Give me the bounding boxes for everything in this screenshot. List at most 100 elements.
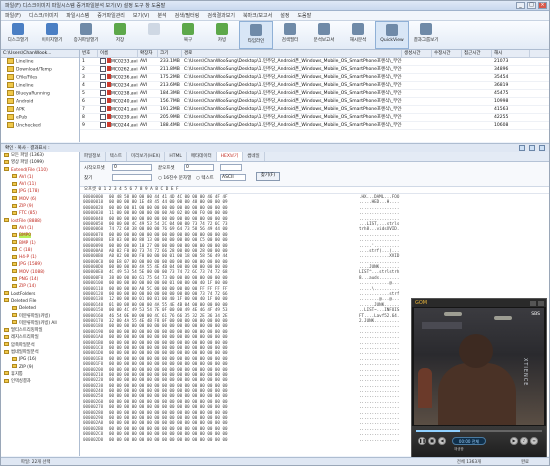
check-icon[interactable] bbox=[519, 145, 525, 151]
tree-node[interactable]: FTC (85) bbox=[1, 210, 79, 217]
table-row[interactable]: 4 MC0234.avi AVI 213.6MB C:\Users\ChanWooSun… bbox=[80, 81, 549, 90]
extra-input[interactable] bbox=[220, 164, 242, 171]
tree-node[interactable]: 모든 파일 (1363) bbox=[1, 152, 79, 159]
volume-button[interactable]: ♪ bbox=[520, 437, 528, 445]
maximize-button[interactable]: □ bbox=[527, 2, 536, 9]
column-header[interactable]: 수정시간 bbox=[432, 50, 462, 57]
tree-node[interactable]: Deleted File bbox=[1, 298, 79, 305]
detail-tab[interactable]: HEX보기 bbox=[216, 152, 244, 161]
table-row[interactable]: 6 MC0240.avi AVI 156.7MB C:\Users\ChanWooSun… bbox=[80, 97, 549, 106]
toolbar-button[interactable]: 분석보고서 bbox=[307, 21, 341, 49]
detail-tab[interactable]: 파일정보 bbox=[80, 152, 106, 161]
tree-node[interactable]: ZIP (9) bbox=[1, 203, 79, 210]
menu-item[interactable]: 분석 bbox=[153, 12, 170, 19]
toolbar-button[interactable]: 검색필터 bbox=[273, 21, 307, 49]
tree-node[interactable]: AVI (11) bbox=[1, 181, 79, 188]
menu-item[interactable]: 도움말 bbox=[293, 12, 315, 19]
tree-item[interactable]: Lineline bbox=[1, 58, 79, 66]
column-header[interactable]: 생성시간 bbox=[402, 50, 432, 57]
toolbar-button[interactable]: QuickView bbox=[375, 21, 409, 49]
column-header[interactable]: 해시 bbox=[492, 50, 530, 57]
menu-item[interactable]: 파일(F) bbox=[1, 12, 25, 19]
detail-tab[interactable]: 썸네일 bbox=[243, 152, 265, 161]
column-header[interactable]: 번호 bbox=[80, 50, 98, 57]
toolbar-button[interactable]: 이미지열기 bbox=[35, 21, 69, 49]
menu-item[interactable]: 증거파일관리 bbox=[93, 12, 129, 19]
row-checkbox[interactable] bbox=[100, 89, 106, 96]
column-header[interactable]: 이름 bbox=[98, 50, 138, 57]
tree-node[interactable]: 미분류파일(카빙) All bbox=[1, 320, 79, 327]
toolbar-button[interactable]: 복구 bbox=[171, 21, 205, 49]
toolbar-button[interactable]: 카빙 bbox=[205, 21, 239, 49]
start-offset-input[interactable]: 0 bbox=[112, 164, 152, 171]
close-button[interactable]: × bbox=[538, 2, 547, 9]
toolbar-button[interactable] bbox=[137, 21, 171, 49]
tree-node[interactable]: C (18) bbox=[1, 247, 79, 254]
tree-node[interactable]: H4-P (1) bbox=[1, 254, 79, 261]
copy-icon[interactable] bbox=[529, 145, 535, 151]
row-checkbox[interactable] bbox=[100, 113, 106, 120]
tree-node[interactable]: 영상 파일 (1099) bbox=[1, 159, 79, 166]
toolbar-button[interactable]: 결과그룹보기 bbox=[409, 21, 443, 49]
tree-item[interactable]: Unchecked bbox=[1, 122, 79, 130]
tree-node[interactable]: BMP0 bbox=[1, 232, 79, 239]
menu-item[interactable]: 검색/필터링 bbox=[171, 12, 204, 19]
radio-hex[interactable]: ○ 16진수 문자열 bbox=[158, 175, 191, 181]
tree-item[interactable]: Cfile/Files bbox=[1, 74, 79, 82]
tree-item[interactable]: Lineline bbox=[1, 82, 79, 90]
tree-node[interactable]: MOV (6) bbox=[1, 196, 79, 203]
table-row[interactable]: 1 MC0233.avi AVI 233.1MB C:\Users\ChanWooSun… bbox=[80, 57, 549, 66]
toolbar-button[interactable]: 타임라인 bbox=[239, 21, 273, 49]
tree-node[interactable]: 압축파일분석 bbox=[1, 342, 79, 349]
table-row[interactable]: 9 MC0244.avi AVI 188.4MB C:\Users\ChanWooSun… bbox=[80, 121, 549, 130]
tree-item[interactable]: Download/Temp bbox=[1, 66, 79, 74]
tree-node[interactable]: 레지스트리파일 bbox=[1, 334, 79, 341]
detail-tab[interactable]: 메타데이터 bbox=[187, 152, 217, 161]
table-row[interactable]: 8 MC0239.avi AVI 205.9MB C:\Users\ChanWooSun… bbox=[80, 113, 549, 122]
seek-bar[interactable] bbox=[416, 430, 542, 432]
pause-button[interactable]: ❚❚ bbox=[418, 437, 426, 445]
list-icon[interactable] bbox=[539, 145, 545, 151]
tree-node[interactable]: lostFile (8888) bbox=[1, 218, 79, 225]
player-close-icon[interactable] bbox=[538, 300, 544, 306]
tree-item[interactable]: APK bbox=[1, 106, 79, 114]
tree-node[interactable]: 인덱싱결과 bbox=[1, 378, 79, 385]
menu-item[interactable]: 디스크/이미지 bbox=[25, 12, 62, 19]
tree-node[interactable]: 미분류파일(카빙) bbox=[1, 313, 79, 320]
toolbar-button[interactable]: 증거파일열기 bbox=[69, 21, 103, 49]
player-minimize-icon[interactable] bbox=[530, 300, 536, 306]
row-checkbox[interactable] bbox=[100, 73, 106, 80]
row-checkbox[interactable] bbox=[100, 105, 106, 112]
tree-node[interactable]: AVI (1) bbox=[1, 225, 79, 232]
menu-item[interactable]: 파일시스템 bbox=[62, 12, 93, 19]
tree-item[interactable]: Android bbox=[1, 98, 79, 106]
table-row[interactable]: 7 MC0241.avi AVI 191.2MB C:\Users\ChanWooSun… bbox=[80, 105, 549, 114]
detail-tab[interactable]: HTML bbox=[165, 152, 187, 161]
row-checkbox[interactable] bbox=[100, 57, 106, 64]
menu-button[interactable]: ≡ bbox=[530, 437, 538, 445]
tree-node[interactable]: JPG (16) bbox=[1, 356, 79, 363]
tree-node[interactable]: 휴지통 bbox=[1, 371, 79, 378]
stop-button[interactable]: ■ bbox=[428, 437, 436, 445]
toolbar-button[interactable]: 해시분석 bbox=[341, 21, 375, 49]
detail-tab[interactable]: 미리보기(HEX) bbox=[127, 152, 166, 161]
row-checkbox[interactable] bbox=[100, 65, 106, 72]
prev-button[interactable]: ◀ bbox=[438, 437, 446, 445]
tree-node[interactable]: MOV (1088) bbox=[1, 269, 79, 276]
column-header[interactable]: 확장자 bbox=[138, 50, 158, 57]
radio-text[interactable]: ○ 텍스트 bbox=[196, 175, 214, 181]
tree-node[interactable]: JPG (178) bbox=[1, 188, 79, 195]
row-checkbox[interactable] bbox=[100, 97, 106, 104]
row-checkbox[interactable] bbox=[100, 81, 106, 88]
tree-item[interactable]: ePub bbox=[1, 114, 79, 122]
table-row[interactable]: 3 MC0236.avi AVI 175.2MB C:\Users\ChanWooSun… bbox=[80, 73, 549, 82]
tree-node[interactable]: 썸네일파일분석 bbox=[1, 349, 79, 356]
tree-node[interactable]: Deleted bbox=[1, 305, 79, 312]
column-header[interactable]: 경로 bbox=[182, 50, 402, 57]
toolbar-button[interactable]: 디스크열기 bbox=[1, 21, 35, 49]
tree-node[interactable]: PNG (14) bbox=[1, 276, 79, 283]
tree-item[interactable]: BlueyaRunning bbox=[1, 90, 79, 98]
tree-node[interactable]: 멀티스트리밍파일 bbox=[1, 327, 79, 334]
tree-node[interactable]: JPG (1589) bbox=[1, 261, 79, 268]
tree-node[interactable]: AVI (1) bbox=[1, 174, 79, 181]
